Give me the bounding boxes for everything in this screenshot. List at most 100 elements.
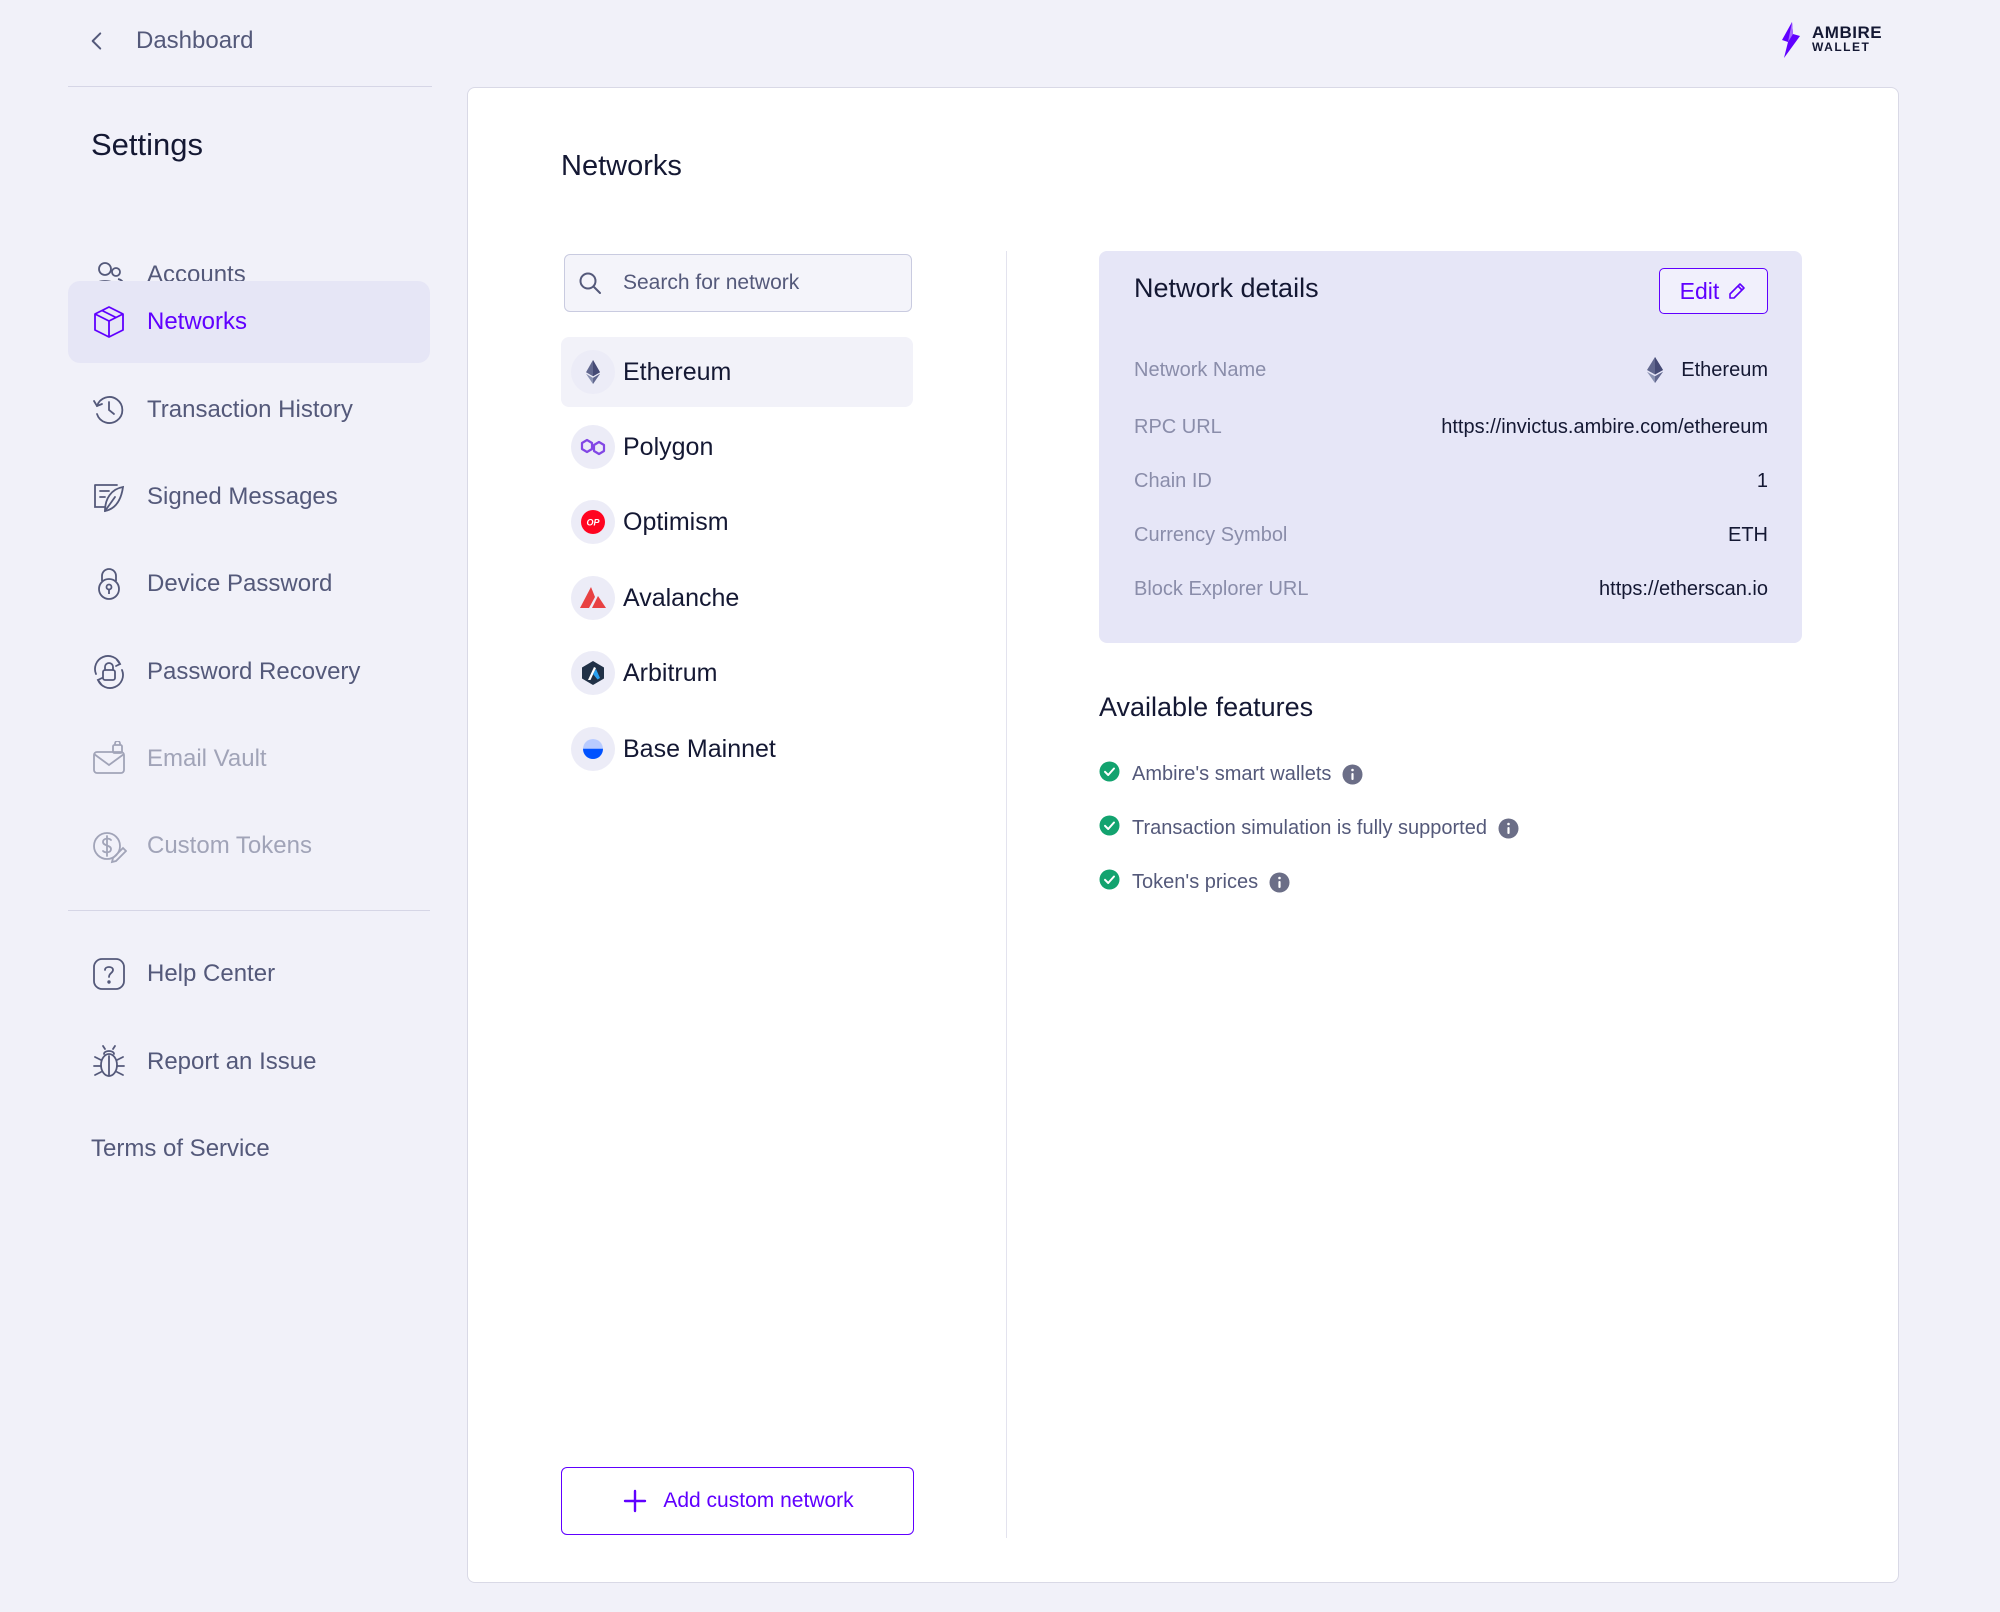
networks-icon — [90, 303, 128, 341]
sidebar-item-label: Networks — [147, 308, 248, 335]
feature-label: Transaction simulation is fully supporte… — [1132, 816, 1487, 839]
arbitrum-icon — [571, 651, 615, 695]
plus-icon — [624, 1489, 647, 1513]
edit-network-button[interactable]: Edit — [1659, 268, 1768, 314]
sidebar-item-label: Email Vault — [147, 745, 267, 772]
add-custom-network-button[interactable]: Add custom network — [561, 1467, 914, 1535]
detail-row-rpc-url: RPC URL https://invictus.ambire.com/ethe… — [1134, 407, 1768, 447]
ethereum-icon — [1647, 357, 1664, 383]
ambire-flame-icon — [1782, 22, 1800, 58]
password-recovery-icon — [90, 653, 128, 691]
history-icon — [90, 391, 128, 429]
feature-transaction-simulation: Transaction simulation is fully supporte… — [1099, 810, 1519, 846]
sidebar-item-help-center[interactable]: Help Center — [68, 933, 430, 1015]
sidebar-item-label: Password Recovery — [147, 658, 361, 685]
bug-icon — [90, 1043, 128, 1081]
sidebar-item-signed-messages[interactable]: Signed Messages — [68, 456, 430, 538]
check-circle-icon — [1099, 869, 1120, 895]
sidebar-item-label: Transaction History — [147, 396, 353, 423]
sidebar-item-transaction-history[interactable]: Transaction History — [68, 369, 430, 451]
detail-value: Ethereum — [1643, 355, 1768, 385]
sidebar-item-device-password[interactable]: Device Password — [68, 543, 430, 625]
lock-icon — [90, 565, 128, 603]
add-custom-network-label: Add custom network — [663, 1489, 854, 1512]
help-icon — [90, 955, 128, 993]
search-input[interactable] — [623, 271, 903, 295]
network-item-optimism[interactable]: OP Optimism — [561, 487, 913, 557]
feature-token-prices: Token's prices — [1099, 864, 1290, 900]
detail-key: Network Name — [1134, 358, 1267, 381]
sidebar-item-label: Report an Issue — [147, 1048, 317, 1075]
networks-card: Networks Ethereum Polygon OP Optimism Av… — [467, 87, 1899, 1583]
network-name: Polygon — [623, 432, 714, 461]
sidebar-item-label: Help Center — [147, 960, 276, 987]
network-item-base-mainnet[interactable]: Base Mainnet — [561, 714, 913, 784]
info-icon[interactable] — [1269, 872, 1290, 893]
detail-value: https://etherscan.io — [1599, 577, 1768, 600]
network-name: Arbitrum — [623, 658, 718, 687]
logo-text-wallet: WALLET — [1812, 40, 1871, 54]
sidebar-item-custom-tokens[interactable]: Custom Tokens — [68, 805, 430, 887]
sidebar-item-label: Signed Messages — [147, 483, 338, 510]
page-title: Networks — [561, 150, 682, 182]
sidebar-item-password-recovery[interactable]: Password Recovery — [68, 631, 430, 713]
avalanche-icon — [571, 576, 615, 620]
signed-messages-icon — [90, 478, 128, 516]
base-icon — [571, 727, 615, 771]
check-circle-icon — [1099, 815, 1120, 841]
chevron-left-icon — [91, 32, 102, 50]
network-item-ethereum[interactable]: Ethereum — [561, 337, 913, 407]
detail-value: ETH — [1728, 523, 1768, 546]
detail-key: RPC URL — [1134, 415, 1222, 438]
logo-text-ambire: AMBIRE — [1812, 23, 1883, 42]
ambire-wallet-logo: AMBIRE WALLET — [1776, 20, 1902, 60]
network-name: Avalanche — [623, 583, 740, 612]
edit-label: Edit — [1679, 277, 1720, 304]
sidebar-item-terms-of-service[interactable]: Terms of Service — [68, 1108, 430, 1190]
svg-text:OP: OP — [586, 518, 600, 528]
email-vault-icon — [90, 740, 128, 778]
back-to-dashboard-button[interactable]: Dashboard — [84, 22, 253, 60]
network-search — [564, 254, 912, 312]
network-details-title: Network details — [1134, 273, 1319, 303]
back-label: Dashboard — [136, 27, 254, 54]
network-name: Optimism — [623, 507, 729, 536]
search-icon — [579, 272, 601, 294]
sidebar-item-report-issue[interactable]: Report an Issue — [68, 1021, 430, 1103]
ethereum-icon — [571, 350, 615, 394]
sidebar-divider — [68, 910, 430, 911]
network-details-panel: Network details Edit Network Name Ethere… — [1099, 251, 1802, 643]
feature-smart-wallets: Ambire's smart wallets — [1099, 756, 1363, 792]
sidebar-item-networks[interactable]: Networks — [68, 281, 430, 363]
info-icon[interactable] — [1498, 818, 1519, 839]
optimism-icon: OP — [571, 500, 615, 544]
detail-key: Currency Symbol — [1134, 523, 1288, 546]
detail-value: https://invictus.ambire.com/ethereum — [1441, 415, 1768, 438]
pencil-icon — [1729, 283, 1746, 299]
detail-row-chain-id: Chain ID 1 — [1134, 461, 1768, 501]
network-item-avalanche[interactable]: Avalanche — [561, 563, 913, 633]
panel-divider — [1006, 251, 1007, 1538]
network-name: Base Mainnet — [623, 734, 776, 763]
detail-row-network-name: Network Name Ethereum — [1134, 350, 1768, 390]
detail-key: Chain ID — [1134, 469, 1212, 492]
network-item-polygon[interactable]: Polygon — [561, 412, 913, 482]
check-circle-icon — [1099, 761, 1120, 787]
detail-key: Block Explorer URL — [1134, 577, 1309, 600]
sidebar-item-label: Terms of Service — [91, 1135, 270, 1162]
settings-title: Settings — [91, 127, 204, 162]
sidebar-item-label: Device Password — [147, 570, 333, 597]
sidebar-item-email-vault[interactable]: Email Vault — [68, 718, 430, 800]
network-name: Ethereum — [623, 357, 732, 386]
header-divider — [68, 86, 432, 87]
sidebar-item-label: Custom Tokens — [147, 832, 312, 859]
info-icon[interactable] — [1342, 764, 1363, 785]
detail-value: 1 — [1756, 469, 1768, 492]
network-item-arbitrum[interactable]: Arbitrum — [561, 638, 913, 708]
custom-tokens-icon — [90, 827, 128, 865]
available-features-title: Available features — [1099, 692, 1314, 722]
detail-row-currency-symbol: Currency Symbol ETH — [1134, 515, 1768, 555]
feature-label: Ambire's smart wallets — [1132, 762, 1332, 785]
top-bar: Dashboard AMBIRE WALLET — [0, 0, 2000, 86]
polygon-icon — [571, 425, 615, 469]
